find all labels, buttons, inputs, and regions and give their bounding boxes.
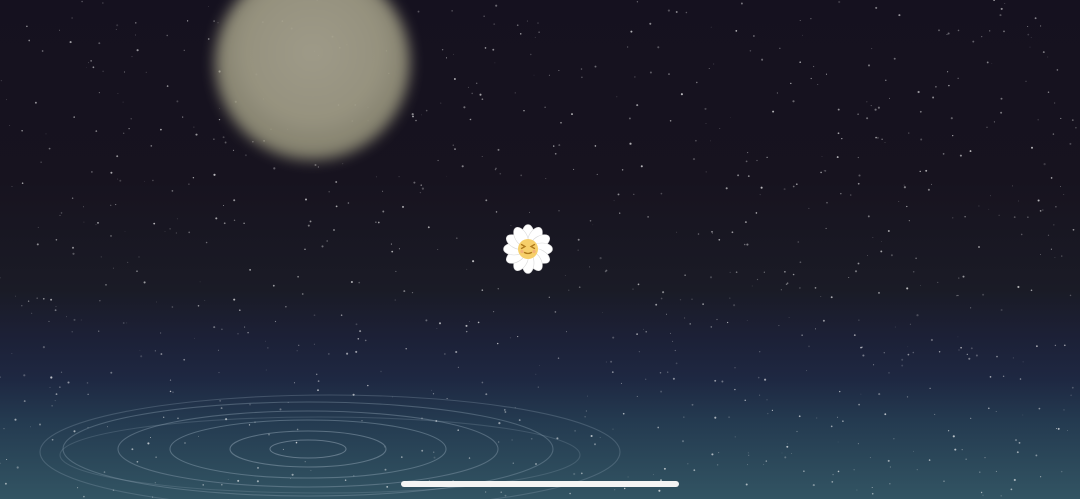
daisy-flower-icon[interactable] — [502, 223, 554, 275]
home-indicator[interactable] — [401, 481, 679, 487]
flower-center — [518, 239, 538, 259]
game-scene — [0, 0, 1080, 499]
ripple-ring — [269, 439, 347, 459]
ripple-ring — [117, 410, 499, 488]
ripple-ring — [169, 419, 447, 479]
ripple-ring — [229, 430, 387, 468]
